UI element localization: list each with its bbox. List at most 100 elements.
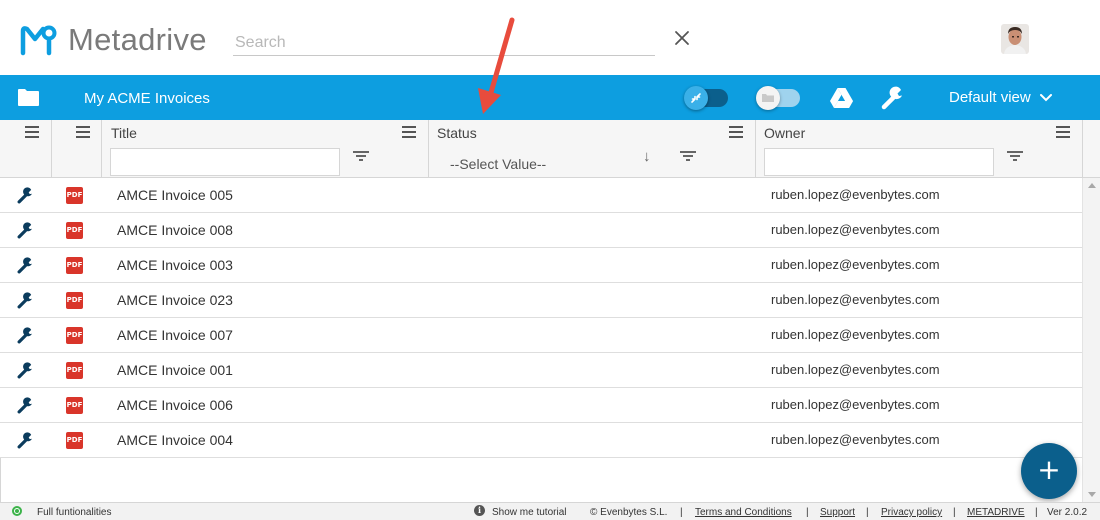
filter-icon[interactable]: [1007, 151, 1023, 161]
folder-icon[interactable]: [17, 88, 40, 107]
column-header-status[interactable]: Status: [437, 125, 477, 141]
wrench-icon[interactable]: [17, 432, 34, 449]
wrench-icon[interactable]: [17, 362, 34, 379]
wrench-icon[interactable]: [881, 86, 905, 110]
row-owner: ruben.lopez@evenbytes.com: [771, 187, 940, 202]
wrench-icon[interactable]: [17, 257, 34, 274]
version-text: Ver 2.0.2: [1047, 507, 1088, 518]
status-indicator-icon: [12, 506, 22, 516]
row-title[interactable]: AMCE Invoice 008: [117, 222, 233, 238]
view-selector[interactable]: Default view: [949, 89, 1052, 106]
row-owner: ruben.lopez@evenbytes.com: [771, 257, 940, 272]
view-label: Default view: [949, 89, 1031, 106]
column-menu-icon[interactable]: [1056, 126, 1070, 138]
column-divider: [755, 120, 756, 178]
pdf-icon[interactable]: PDF: [66, 187, 83, 204]
scroll-up-icon[interactable]: [1088, 183, 1096, 188]
filter-icon[interactable]: [353, 151, 369, 161]
row-owner: ruben.lopez@evenbytes.com: [771, 397, 940, 412]
table-row[interactable]: PDF AMCE Invoice 005 ruben.lopez@evenbyt…: [0, 178, 1082, 213]
column-menu-icon[interactable]: [402, 126, 416, 138]
table-row[interactable]: PDF AMCE Invoice 007 ruben.lopez@evenbyt…: [0, 318, 1082, 353]
close-icon[interactable]: [671, 27, 693, 49]
pdf-icon[interactable]: PDF: [66, 327, 83, 344]
sort-arrow-icon[interactable]: ↓: [643, 148, 651, 165]
table-row[interactable]: PDF AMCE Invoice 003 ruben.lopez@evenbyt…: [0, 248, 1082, 283]
footer-separator: |: [953, 507, 956, 518]
table-row[interactable]: PDF AMCE Invoice 008 ruben.lopez@evenbyt…: [0, 213, 1082, 248]
pdf-icon[interactable]: PDF: [66, 292, 83, 309]
column-divider: [101, 120, 102, 178]
status-filter-select[interactable]: --Select Value--: [450, 156, 546, 172]
row-title[interactable]: AMCE Invoice 006: [117, 397, 233, 413]
metadrive-logo[interactable]: Metadrive: [20, 22, 207, 58]
pdf-icon[interactable]: PDF: [66, 432, 83, 449]
compress-icon: [684, 86, 708, 110]
wrench-icon[interactable]: [17, 327, 34, 344]
document-list: PDF AMCE Invoice 005 ruben.lopez@evenbyt…: [0, 178, 1082, 458]
grid-header: Title Status --Select Value-- ↓ Owner: [0, 120, 1100, 178]
pdf-icon[interactable]: PDF: [66, 222, 83, 239]
row-owner: ruben.lopez@evenbytes.com: [771, 327, 940, 342]
privacy-link[interactable]: Privacy policy: [881, 507, 942, 518]
chevron-down-icon: [1039, 93, 1052, 101]
row-title[interactable]: AMCE Invoice 001: [117, 362, 233, 378]
metadrive-link[interactable]: METADRIVE: [967, 507, 1025, 518]
info-icon[interactable]: i: [474, 505, 485, 516]
table-row[interactable]: PDF AMCE Invoice 001 ruben.lopez@evenbyt…: [0, 353, 1082, 388]
metadrive-logo-icon: [20, 25, 57, 56]
footer-separator: |: [1035, 507, 1038, 518]
compact-view-toggle[interactable]: [684, 86, 728, 110]
title-filter-input[interactable]: [110, 148, 340, 176]
wrench-icon[interactable]: [17, 397, 34, 414]
search-input[interactable]: [233, 30, 655, 56]
table-row[interactable]: PDF AMCE Invoice 023 ruben.lopez@evenbyt…: [0, 283, 1082, 318]
wrench-icon[interactable]: [17, 187, 34, 204]
folders-toggle[interactable]: [756, 86, 800, 110]
support-link[interactable]: Support: [820, 507, 855, 518]
footer-separator: |: [806, 507, 809, 518]
add-document-button[interactable]: +: [1021, 443, 1077, 499]
table-row[interactable]: PDF AMCE Invoice 004 ruben.lopez@evenbyt…: [0, 423, 1082, 458]
folder-title: My ACME Invoices: [84, 90, 210, 107]
column-divider: [428, 120, 429, 178]
pdf-icon[interactable]: PDF: [66, 257, 83, 274]
top-header: Metadrive: [0, 0, 1100, 75]
app-name: Metadrive: [68, 22, 207, 57]
status-text: Full funtionalities: [37, 507, 112, 518]
row-title[interactable]: AMCE Invoice 004: [117, 432, 233, 448]
row-owner: ruben.lopez@evenbytes.com: [771, 362, 940, 377]
footer-separator: |: [680, 507, 683, 518]
pdf-icon[interactable]: PDF: [66, 397, 83, 414]
column-divider: [1082, 120, 1083, 178]
copyright-text: © Evenbytes S.L.: [590, 507, 668, 518]
row-title[interactable]: AMCE Invoice 005: [117, 187, 233, 203]
column-header-owner[interactable]: Owner: [764, 125, 805, 141]
table-row[interactable]: PDF AMCE Invoice 006 ruben.lopez@evenbyt…: [0, 388, 1082, 423]
wrench-icon[interactable]: [17, 222, 34, 239]
row-title[interactable]: AMCE Invoice 003: [117, 257, 233, 273]
filter-icon[interactable]: [680, 151, 696, 161]
google-drive-icon[interactable]: [829, 87, 854, 109]
wrench-icon[interactable]: [17, 292, 34, 309]
pdf-icon[interactable]: PDF: [66, 362, 83, 379]
row-title[interactable]: AMCE Invoice 007: [117, 327, 233, 343]
row-owner: ruben.lopez@evenbytes.com: [771, 222, 940, 237]
scroll-down-icon[interactable]: [1088, 492, 1096, 497]
footer-separator: |: [866, 507, 869, 518]
row-owner: ruben.lopez@evenbytes.com: [771, 292, 940, 307]
tutorial-link[interactable]: Show me tutorial: [492, 507, 566, 518]
status-footer: Full funtionalities i Show me tutorial ©…: [0, 502, 1100, 520]
row-owner: ruben.lopez@evenbytes.com: [771, 432, 940, 447]
owner-filter-input[interactable]: [764, 148, 994, 176]
column-header-title[interactable]: Title: [111, 125, 137, 141]
folder-icon: [756, 86, 780, 110]
folder-toolbar: My ACME Invoices Default view: [0, 75, 1100, 120]
column-menu-icon[interactable]: [25, 126, 39, 138]
column-menu-icon[interactable]: [76, 126, 90, 138]
user-avatar[interactable]: [1001, 24, 1029, 54]
column-menu-icon[interactable]: [729, 126, 743, 138]
terms-link[interactable]: Terms and Conditions: [695, 507, 792, 518]
row-title[interactable]: AMCE Invoice 023: [117, 292, 233, 308]
vertical-scrollbar[interactable]: [1082, 178, 1100, 502]
